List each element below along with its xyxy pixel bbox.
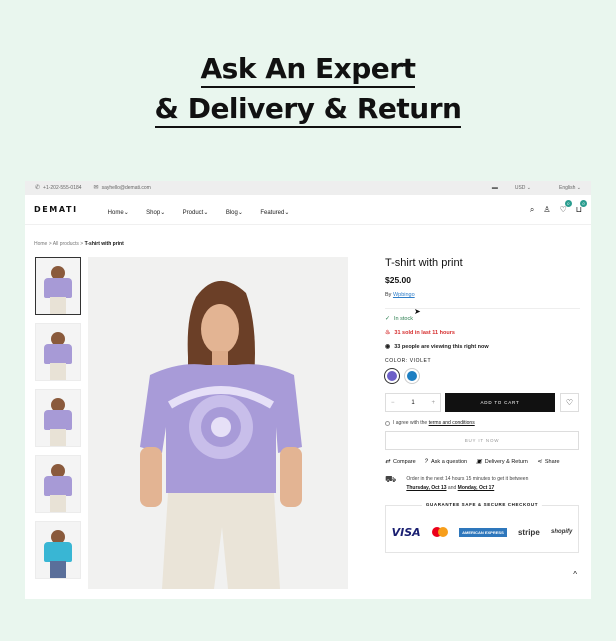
compare-icon: ⇄: [385, 459, 391, 465]
stripe-logo: stripe: [517, 527, 540, 537]
thumbnail-5[interactable]: [35, 521, 81, 579]
agree-text: I agree with the: [393, 420, 428, 426]
terms-agreement: I agree with the terms and conditions: [385, 420, 580, 426]
mouse-cursor-icon: ➤: [414, 307, 421, 316]
product-title: T-shirt with print: [385, 257, 463, 269]
add-to-cart-button[interactable]: ADD TO CART: [445, 393, 555, 412]
delivery-date-1: Thursday, Oct 13: [406, 485, 447, 491]
hero-heading: Ask An Expert & Delivery & Return: [0, 52, 616, 132]
vendor-line: By Wpbingo: [385, 292, 580, 298]
amex-logo: AMERICAN EXPRESS: [459, 527, 507, 537]
check-icon: ✓: [385, 316, 391, 322]
nav-item-shop[interactable]: Shop⌄: [146, 210, 165, 216]
thumbnail-2[interactable]: [35, 323, 81, 381]
delivery-date-2: Monday, Oct 17: [457, 485, 495, 491]
mail-icon: ✉: [93, 185, 99, 191]
wishlist-count: 0: [564, 200, 572, 207]
compare-action[interactable]: ⇄ Compare: [385, 459, 416, 465]
language-select[interactable]: English ⌄: [545, 185, 581, 191]
crumb-all[interactable]: All products: [53, 241, 79, 247]
breadcrumb: Home > All products > T-shirt with print: [34, 241, 124, 247]
wishlist-button[interactable]: ♡: [560, 393, 579, 412]
viewer-info: ◉ 33 people are viewing this right now: [385, 344, 580, 350]
secure-checkout-box: GUARANTEE SAFE & SECURE CHECKOUT VISA AM…: [385, 502, 579, 553]
and-text: and: [447, 485, 457, 491]
model-photo: [88, 257, 348, 589]
shop-screenshot: ✆ +1-202-555-0184 ✉ sayhello@demati.com ▬ U…: [25, 181, 591, 599]
currency-value: USD: [514, 185, 526, 191]
terms-checkbox[interactable]: [385, 420, 390, 426]
quantity-stepper[interactable]: − 1 +: [385, 393, 441, 412]
thumbnail-3[interactable]: [35, 389, 81, 447]
order-text: Order in the next 14 hours 15 minutes to…: [406, 476, 529, 482]
language-value: English: [559, 185, 576, 191]
account-icon[interactable]: ♙: [543, 205, 550, 214]
cart-count: 0: [580, 200, 587, 207]
product-price: $25.00: [385, 275, 411, 285]
minus-icon[interactable]: −: [391, 400, 395, 406]
ask-question-action[interactable]: ? Ask a question: [425, 459, 467, 465]
product-actions: ⇄ Compare ? Ask a question ▣ Delivery & Ret…: [385, 459, 580, 465]
thumbnail-list: [35, 257, 83, 587]
color-swatch-violet[interactable]: [385, 369, 399, 383]
color-swatches: [385, 369, 580, 383]
nav-item-home[interactable]: Home⌄: [108, 210, 129, 216]
color-swatch-blue[interactable]: [405, 369, 419, 383]
hero-line-2: & Delivery & Return: [154, 92, 462, 128]
sold-text: 31 sold in last 11 hours: [394, 330, 455, 336]
vendor-link[interactable]: Wpbingo: [393, 292, 415, 298]
sold-info: ♨ 31 sold in last 11 hours: [385, 330, 580, 336]
thumbnail-1[interactable]: [35, 257, 81, 315]
eye-icon: ◉: [385, 344, 391, 350]
terms-link[interactable]: terms and conditions: [429, 420, 475, 426]
guarantee-title: GUARANTEE SAFE & SECURE CHECKOUT: [421, 502, 543, 507]
plus-icon[interactable]: +: [431, 400, 435, 406]
shopify-logo: shopify: [551, 529, 573, 535]
truck-icon: ⛟: [385, 474, 397, 484]
color-label: COLOR: VIOLET: [385, 358, 432, 364]
stock-status: ✓ In stock: [385, 316, 580, 322]
cart-icon[interactable]: ⊔ 0: [576, 200, 587, 214]
scroll-top-icon[interactable]: ^: [573, 570, 577, 579]
phone-icon: ✆: [35, 185, 41, 191]
question-icon: ?: [424, 459, 428, 465]
share-action[interactable]: ⋖ Share: [537, 459, 560, 465]
mastercard-logo: [431, 527, 448, 537]
product-info: T-shirt with print $25.00 By Wpbingo ✓ In…: [385, 257, 580, 553]
heart-icon: ♡: [565, 398, 574, 407]
delivery-estimate: ⛟ Order in the next 14 hours 15 minutes …: [385, 475, 580, 493]
delivery-return-action[interactable]: ▣ Delivery & Return: [476, 459, 528, 465]
main-product-image[interactable]: [88, 257, 348, 589]
main-nav: DEMATI Home⌄ Shop⌄ Product⌄ Blog⌄ Featur…: [25, 195, 591, 225]
box-icon: ▣: [476, 459, 482, 465]
flag-icon: ▬: [491, 185, 498, 191]
nav-item-featured[interactable]: Featured⌄: [260, 210, 289, 216]
fire-icon: ♨: [385, 330, 391, 336]
wishlist-icon[interactable]: ♡ 0: [560, 200, 572, 214]
stock-text: In stock: [394, 316, 413, 322]
buy-now-button[interactable]: BUY IT NOW: [385, 431, 579, 450]
by-label: By: [385, 292, 392, 298]
thumbnail-4[interactable]: [35, 455, 81, 513]
nav-item-blog[interactable]: Blog⌄: [226, 210, 243, 216]
share-icon: ⋖: [536, 459, 542, 465]
viewer-text: 33 people are viewing this right now: [394, 344, 489, 350]
phone-number: +1-202-555-0184: [43, 185, 82, 191]
quantity-value: 1: [411, 399, 415, 406]
hero-line-1: Ask An Expert: [200, 52, 416, 88]
email-info[interactable]: ✉ sayhello@demati.com: [94, 185, 151, 191]
logo[interactable]: DEMATI: [34, 205, 78, 214]
nav-item-product[interactable]: Product⌄: [183, 210, 209, 216]
currency-select[interactable]: ▬ USD ⌄: [478, 185, 531, 191]
search-icon[interactable]: ⌕: [530, 205, 534, 215]
crumb-home[interactable]: Home: [34, 241, 47, 247]
phone-info[interactable]: ✆ +1-202-555-0184: [35, 185, 82, 191]
visa-logo: VISA: [391, 525, 421, 539]
email-address: sayhello@demati.com: [101, 185, 151, 191]
crumb-current: T-shirt with print: [84, 241, 124, 247]
nav-menu: Home⌄ Shop⌄ Product⌄ Blog⌄ Featured⌄: [108, 201, 303, 219]
top-bar: ✆ +1-202-555-0184 ✉ sayhello@demati.com ▬ U…: [25, 181, 591, 195]
